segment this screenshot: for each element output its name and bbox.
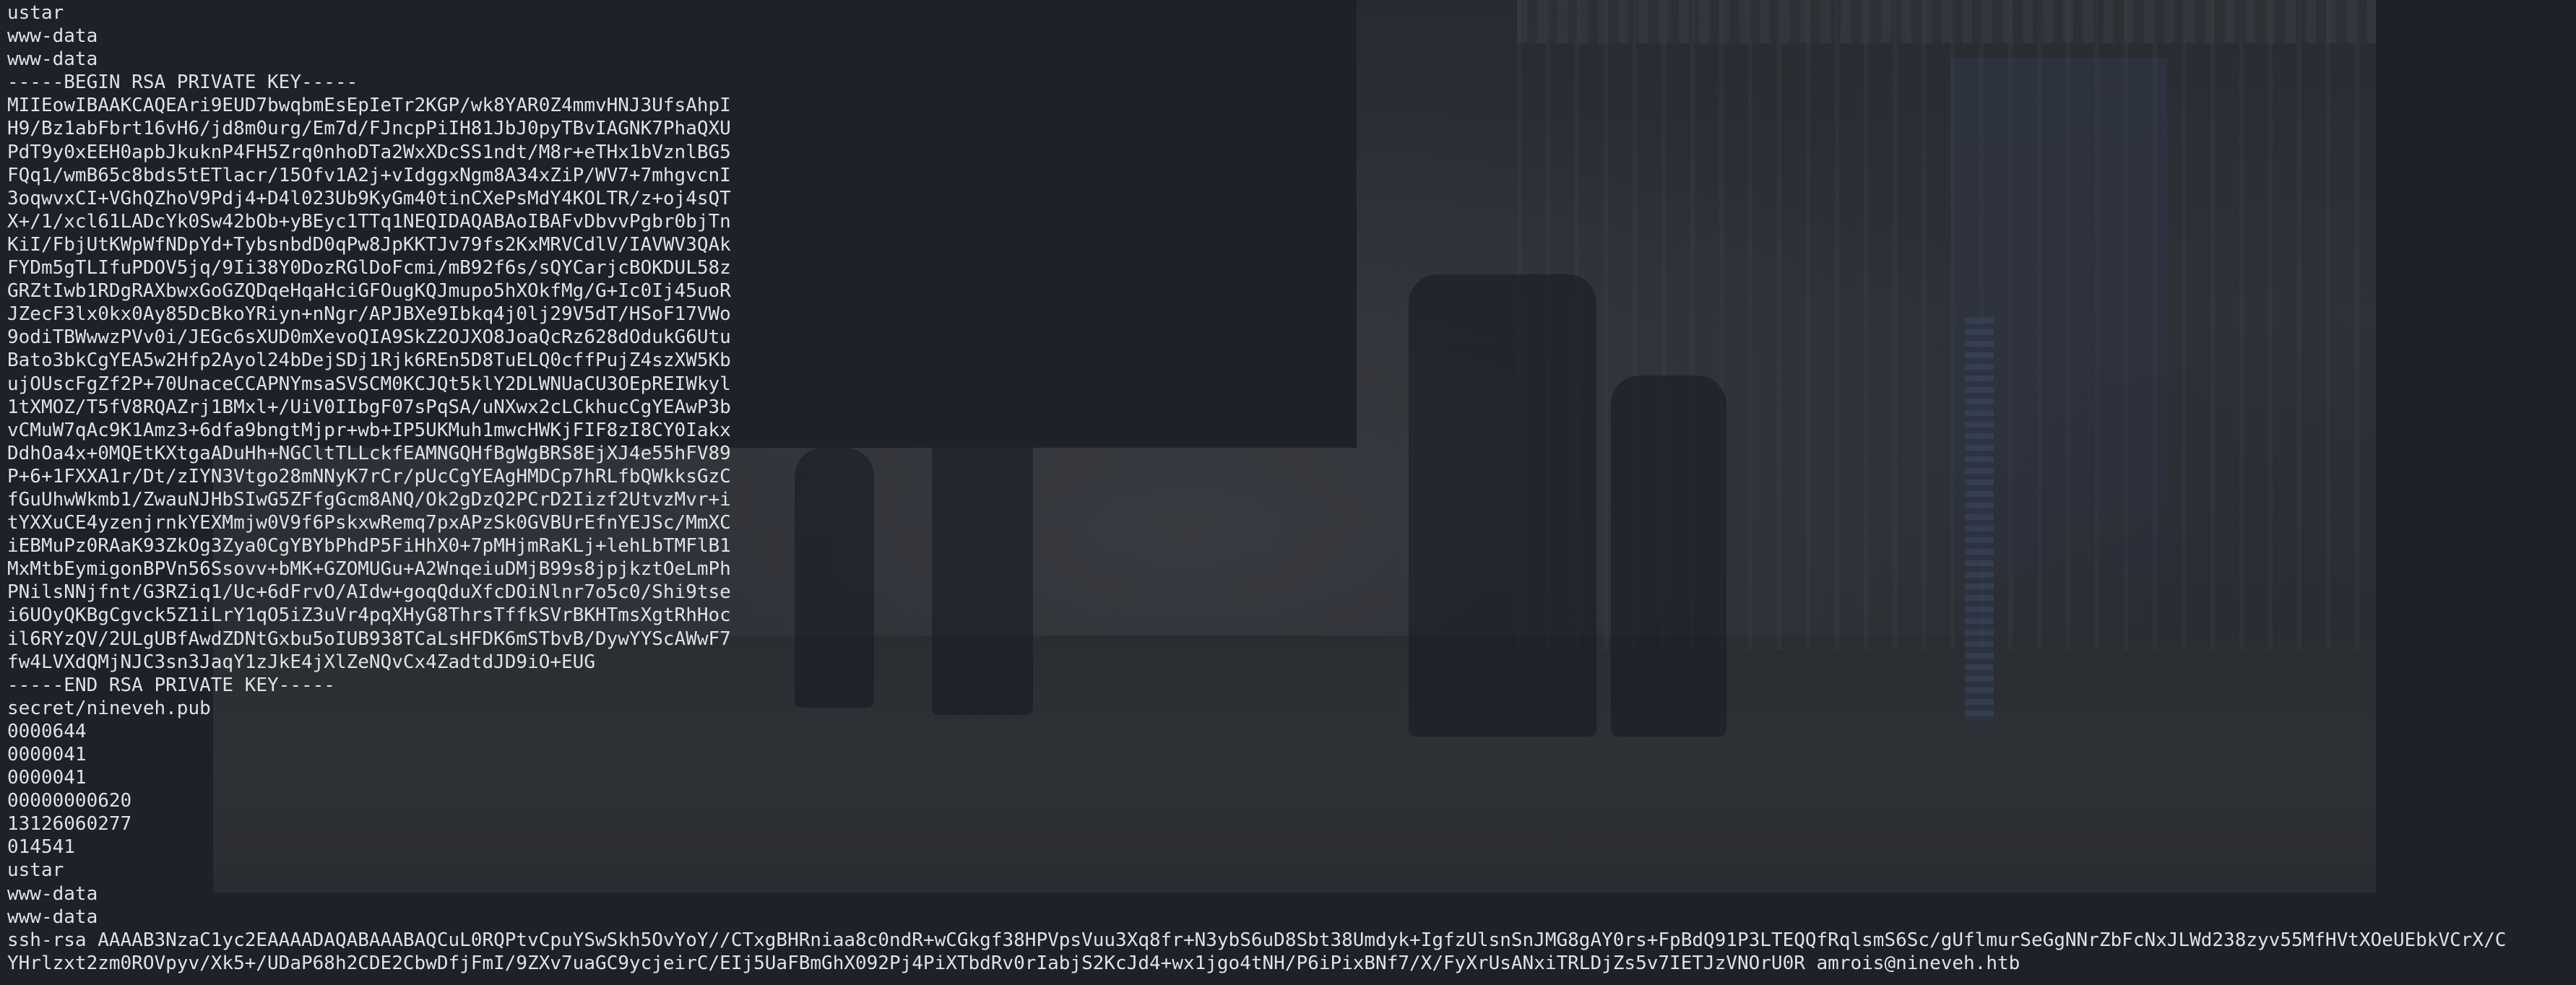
terminal-output[interactable]: ustar www-data www-data -----BEGIN RSA PRIV… (7, 1, 2506, 975)
terminal-line: ustar (7, 859, 64, 882)
terminal-line: PNilsNNjfnt/G3RZiq1/Uc+6dFrvO/AIdw+goqQd… (7, 581, 731, 604)
terminal-line: 1tXMOZ/T5fV8RQAZrj1BMxl+/UiV0IIbgF07sPqS… (7, 396, 731, 418)
terminal-line: Bato3bkCgYEA5w2Hfp2Ayol24bDejSDj1Rjk6REn… (7, 350, 731, 372)
terminal-line: 0000644 (7, 720, 87, 742)
terminal-line: www-data (7, 25, 98, 48)
terminal-line: FYDm5gTLIfuPDOV5jq/9Ii38Y0DozRGlDoFcmi/m… (7, 257, 731, 279)
terminal-line: -----BEGIN RSA PRIVATE KEY----- (7, 71, 358, 94)
terminal-line: ssh-rsa AAAAB3NzaC1yc2EAAAADAQABAAABAQCu… (7, 929, 2507, 951)
terminal-line: secret/nineveh.pub (7, 697, 211, 719)
terminal-line: tYXXuCE4yzenjrnkYEXMmjw0V9f6PskxwRemq7px… (7, 512, 731, 534)
terminal-line: 9odiTBWwwzPVv0i/JEGc6sXUD0mXevoQIA9SkZ2O… (7, 326, 731, 349)
terminal-line: GRZtIwb1RDgRAXbwxGoGZQDqeHqaHciGFOugKQJm… (7, 280, 731, 303)
terminal-line: DdhOa4x+0MQEtKXtgaADuHh+NGCltTLLckfEAMNG… (7, 442, 731, 464)
terminal-line: PdT9y0xEEH0apbJkuknP4FH5Zrq0nhoDTa2WxXDc… (7, 141, 731, 163)
terminal-line: JZecF3lx0kx0Ay85DcBkoYRiyn+nNgr/APJBXe9I… (7, 303, 731, 326)
terminal-line: www-data (7, 882, 98, 905)
terminal-line: 0000041 (7, 744, 87, 765)
terminal-line: -----END RSA PRIVATE KEY----- (7, 674, 335, 696)
terminal-line: www-data (7, 906, 98, 928)
terminal-line: MxMtbEymigonBPVn56Ssovv+bMK+GZOMUGu+A2Wn… (7, 558, 731, 581)
terminal-line: vCMuW7qAc9K1Amz3+6dfa9bngtMjpr+wb+IP5UKM… (7, 419, 731, 441)
terminal-line: il6RYzQV/2ULgUBfAwdZDNtGxbu5oIUB938TCaLs… (7, 628, 731, 650)
terminal-line: 00000000620 (7, 790, 132, 812)
terminal-line: 0000041 (7, 767, 87, 789)
terminal-line: 13126060277 (7, 813, 132, 836)
terminal-line: ustar (7, 2, 64, 24)
terminal-line: H9/Bz1abFbrt16vH6/jd8m0urg/Em7d/FJncpPiI… (7, 118, 731, 140)
terminal-line: 014541 (7, 836, 75, 859)
terminal-line: fGuUhwWkmb1/ZwauNJHbSIwG5ZFfgGcm8ANQ/Ok2… (7, 488, 731, 511)
terminal-line: iEBMuPz0RAaK93ZkOg3Zya0CgYBYbPhdP5FiHhX0… (7, 535, 731, 557)
terminal-line: X+/1/xcl61LADcYk0Sw42bOb+yBEyc1TTq1NEQID… (7, 210, 731, 233)
terminal-line: ujOUscFgZf2P+70UnaceCCAPNYmsaSVSCM0KCJQt… (7, 373, 731, 395)
terminal-line: MIIEowIBAAKCAQEAri9EUD7bwqbmEsEpIeTr2KGP… (7, 95, 731, 117)
terminal-line: YHrlzxt2zm0ROVpyv/Xk5+/UDaP68h2CDE2CbwDf… (7, 952, 2020, 974)
terminal-line: 3oqwvxCI+VGhQZhoV9Pdj4+D4l023Ub9KyGm40ti… (7, 187, 731, 209)
terminal-line: fw4LVXdQMjNJC3sn3JaqY1zJkE4jXlZeNQvCx4Za… (7, 651, 595, 673)
terminal-line: KiI/FbjUtKWpWfNDpYd+TybsnbdD0qPw8JpKKTJv… (7, 233, 731, 256)
terminal-line: FQq1/wmB65c8bds5tETlacr/15Ofv1A2j+vIdggx… (7, 164, 731, 186)
terminal-line: www-data (7, 48, 98, 71)
terminal-line: i6UOyQKBgCgvck5Z1iLrY1qO5iZ3uVr4pqXHyG8T… (7, 604, 731, 627)
terminal-line: P+6+1FXXA1r/Dt/zIYN3Vtgo28mNNyK7rCr/pUcC… (7, 465, 731, 487)
